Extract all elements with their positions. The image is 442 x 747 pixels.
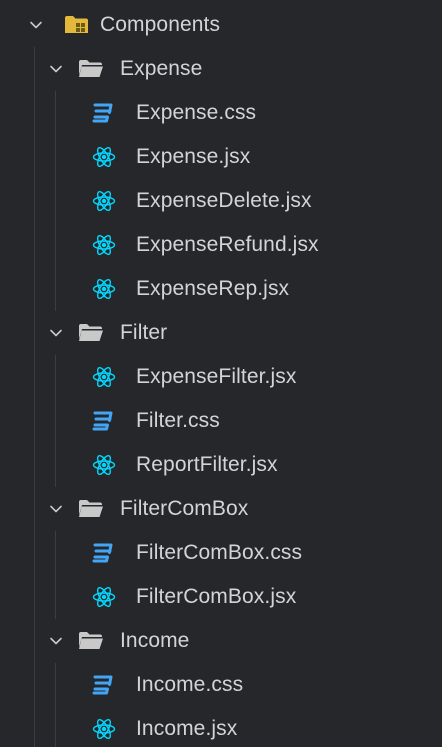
tree-file-income-jsx[interactable]: Income.jsx xyxy=(0,707,442,747)
folder-label: FilterComBox xyxy=(120,497,249,520)
react-file-icon xyxy=(92,707,116,747)
indent-guide xyxy=(55,91,56,311)
folder-label: Income xyxy=(120,629,190,652)
tree-file-income-css[interactable]: Income.css xyxy=(0,663,442,707)
css-file-icon xyxy=(92,531,114,575)
file-label: ExpenseFilter.jsx xyxy=(136,365,297,388)
react-file-icon xyxy=(92,355,116,399)
tree-file-reportfilter-jsx[interactable]: ReportFilter.jsx xyxy=(0,443,442,487)
css-file-icon xyxy=(92,663,114,707)
chevron-down-icon[interactable] xyxy=(48,61,64,77)
chevron-down-icon[interactable] xyxy=(48,325,64,341)
file-label: ExpenseDelete.jsx xyxy=(136,189,312,212)
tree-file-expensedelete-jsx[interactable]: ExpenseDelete.jsx xyxy=(0,179,442,223)
tree-folder-expense[interactable]: Expense xyxy=(0,47,442,91)
tree-file-expense-css[interactable]: Expense.css xyxy=(0,91,442,135)
react-file-icon xyxy=(92,223,116,267)
react-file-icon xyxy=(92,267,116,311)
tree-folder-filtercombox[interactable]: FilterComBox xyxy=(0,487,442,531)
tree-folder-components[interactable]: Components xyxy=(0,3,442,47)
react-file-icon xyxy=(92,575,116,619)
css-file-icon xyxy=(92,91,114,135)
folder-label: Expense xyxy=(120,57,203,80)
file-label: Income.css xyxy=(136,673,244,696)
react-file-icon xyxy=(92,179,116,223)
file-label: FilterComBox.css xyxy=(136,541,303,564)
folder-icon xyxy=(78,487,104,531)
tree-file-expensefilter-jsx[interactable]: ExpenseFilter.jsx xyxy=(0,355,442,399)
chevron-down-icon[interactable] xyxy=(48,501,64,517)
file-label: Filter.css xyxy=(136,409,220,432)
indent-guide xyxy=(55,355,56,487)
tree-file-filter-css[interactable]: Filter.css xyxy=(0,399,442,443)
file-label: Income.jsx xyxy=(136,717,238,740)
tree-folder-income[interactable]: Income xyxy=(0,619,442,663)
folder-label: Filter xyxy=(120,321,168,344)
tree-file-filtercombox-css[interactable]: FilterComBox.css xyxy=(0,531,442,575)
file-explorer-tree: Components Expense Expense.css Expense.jsx E… xyxy=(0,0,442,747)
tree-folder-filter[interactable]: Filter xyxy=(0,311,442,355)
react-file-icon xyxy=(92,135,116,179)
folder-label: Components xyxy=(100,13,221,36)
file-label: ExpenseRep.jsx xyxy=(136,277,290,300)
file-label: Expense.css xyxy=(136,101,257,124)
file-label: FilterComBox.jsx xyxy=(136,585,297,608)
file-label: Expense.jsx xyxy=(136,145,251,168)
tree-file-expense-jsx[interactable]: Expense.jsx xyxy=(0,135,442,179)
tree-file-expenserep-jsx[interactable]: ExpenseRep.jsx xyxy=(0,267,442,311)
tree-file-expenserefund-jsx[interactable]: ExpenseRefund.jsx xyxy=(0,223,442,267)
css-file-icon xyxy=(92,399,114,443)
chevron-down-icon[interactable] xyxy=(28,17,44,33)
folder-icon xyxy=(78,619,104,663)
folder-components-icon xyxy=(64,3,90,47)
indent-guide xyxy=(55,531,56,619)
indent-guide xyxy=(34,47,35,747)
file-label: ExpenseRefund.jsx xyxy=(136,233,319,256)
tree-file-filtercombox-jsx[interactable]: FilterComBox.jsx xyxy=(0,575,442,619)
file-label: ReportFilter.jsx xyxy=(136,453,278,476)
chevron-down-icon[interactable] xyxy=(48,633,64,649)
folder-icon xyxy=(78,311,104,355)
folder-icon xyxy=(78,47,104,91)
indent-guide xyxy=(55,663,56,747)
react-file-icon xyxy=(92,443,116,487)
